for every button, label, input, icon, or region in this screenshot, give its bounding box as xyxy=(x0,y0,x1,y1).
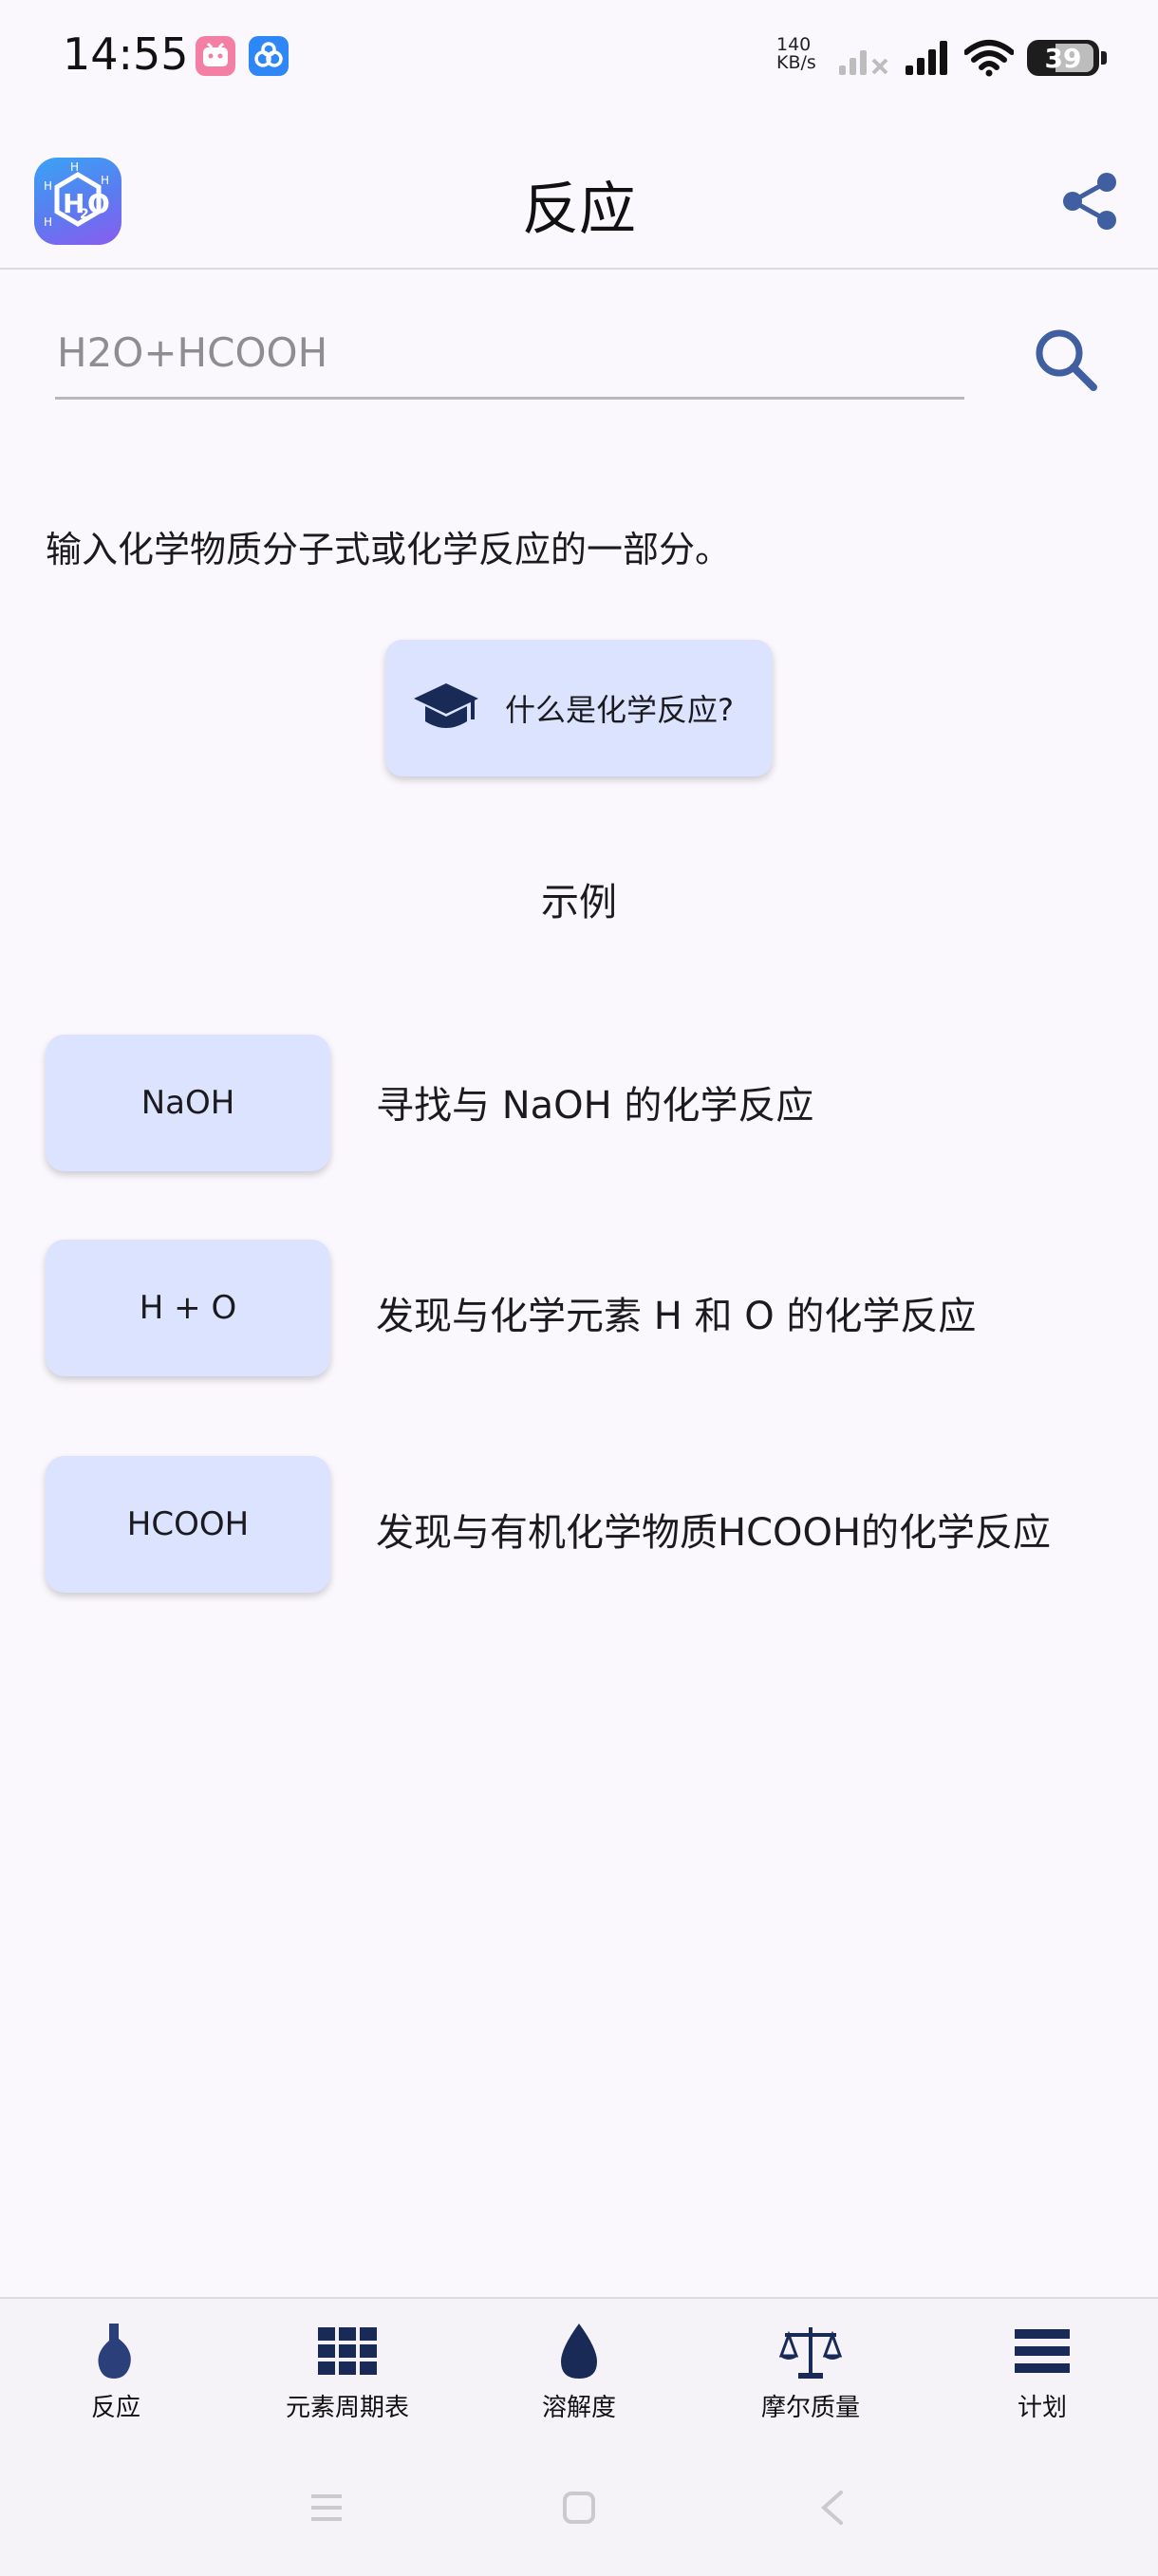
nav-item-solubility[interactable]: 溶解度 xyxy=(463,2322,695,2426)
nav-label: 反应 xyxy=(90,2394,140,2422)
what-is-reaction-label: 什么是化学反应? xyxy=(505,692,734,728)
nav-label: 溶解度 xyxy=(541,2394,616,2422)
nav-item-plan[interactable]: 计划 xyxy=(926,2322,1158,2426)
nav-label: 计划 xyxy=(1017,2394,1067,2422)
example-description: 发现与有机化学物质HCOOH的化学反应 xyxy=(376,1511,1052,1555)
page-title: 反应 xyxy=(522,177,636,243)
nav-item-periodic-table[interactable]: 元素周期表 xyxy=(232,2322,463,2426)
battery-indicator: 39 xyxy=(1027,40,1107,76)
signal-sim2-icon xyxy=(839,50,888,75)
wifi-icon xyxy=(964,40,1014,77)
periodic-table-icon xyxy=(318,2327,377,2375)
search-icon xyxy=(1036,329,1097,391)
network-speed-unit: KB/s xyxy=(776,52,816,73)
nav-label: 元素周期表 xyxy=(285,2394,409,2422)
example-chip-h-o[interactable]: H + O xyxy=(46,1240,330,1376)
examples-title: 示例 xyxy=(541,881,617,924)
signal-sim1-icon xyxy=(906,41,947,75)
nav-label: 摩尔质量 xyxy=(760,2394,860,2422)
status-time: 14:55 xyxy=(63,28,189,80)
home-icon[interactable] xyxy=(560,2479,598,2536)
example-chip-naoh[interactable]: NaOH xyxy=(46,1035,330,1171)
recents-icon[interactable] xyxy=(308,2479,346,2536)
input-hint: 输入化学物质分子式或化学反应的一部分。 xyxy=(46,529,732,570)
menu-icon xyxy=(1015,2329,1070,2373)
baidu-netdisk-icon xyxy=(249,36,289,76)
drop-icon xyxy=(561,2324,597,2379)
nav-item-reaction[interactable]: 反应 xyxy=(0,2322,232,2426)
bilibili-icon xyxy=(196,36,235,76)
search-input[interactable] xyxy=(55,323,968,382)
status-icons: 39 xyxy=(837,36,1107,80)
nav-item-molar-mass[interactable]: 摩尔质量 xyxy=(695,2322,926,2426)
search-button[interactable] xyxy=(1029,323,1103,397)
graduation-cap-icon xyxy=(414,683,478,728)
example-chip-hcooh[interactable]: HCOOH xyxy=(46,1456,330,1593)
share-icon xyxy=(1063,173,1116,230)
app-bar: H 2 O H H H H 反应 xyxy=(0,142,1158,270)
back-icon[interactable] xyxy=(812,2479,850,2536)
status-bar: 14:55 140 KB/s 39 xyxy=(0,0,1158,114)
flask-icon xyxy=(98,2324,131,2379)
example-description: 寻找与 NaOH 的化学反应 xyxy=(376,1084,814,1128)
battery-level: 39 xyxy=(1044,42,1082,74)
scale-icon xyxy=(778,2327,843,2379)
search-field[interactable] xyxy=(55,313,968,400)
what-is-reaction-button[interactable]: 什么是化学反应? xyxy=(385,640,773,776)
network-speed: 140 KB/s xyxy=(776,36,816,72)
example-description: 发现与化学元素 H 和 O 的化学反应 xyxy=(376,1295,977,1338)
share-button[interactable] xyxy=(1055,167,1124,235)
